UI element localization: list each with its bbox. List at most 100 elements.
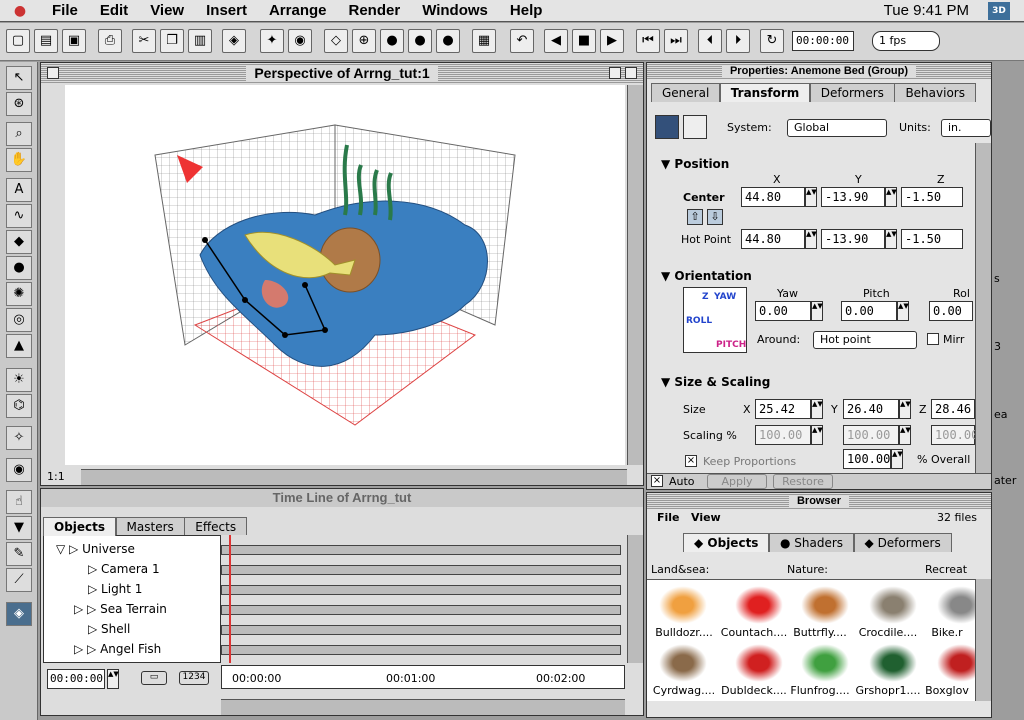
light-tool-icon[interactable]: ✺: [6, 282, 32, 306]
apple-menu-icon[interactable]: ●: [0, 3, 40, 19]
render-tool-icon[interactable]: ◉: [6, 458, 32, 482]
render-area-icon[interactable]: ◈: [222, 29, 246, 53]
hot-z-field[interactable]: -1.50: [901, 229, 963, 249]
zoom-tool-icon[interactable]: ⌕: [6, 122, 32, 146]
camera-tool-icon[interactable]: ◎: [6, 308, 32, 332]
fast-forward-icon[interactable]: ⏭: [664, 29, 688, 53]
frog-icon[interactable]: [801, 644, 849, 682]
close-box-icon[interactable]: [47, 67, 59, 79]
copy-icon[interactable]: ❐: [160, 29, 184, 53]
paint-tool-icon[interactable]: ✎: [6, 542, 32, 566]
shaded-icon[interactable]: ●: [380, 29, 404, 53]
mirror-checkbox[interactable]: [927, 333, 939, 345]
new-icon[interactable]: ▢: [6, 29, 30, 53]
menu-help[interactable]: Help: [510, 2, 553, 19]
timeline-time-stepper[interactable]: ▲▼: [107, 669, 119, 689]
pitch-stepper[interactable]: ▲▼: [897, 301, 909, 321]
size-x-field[interactable]: 25.42: [755, 399, 811, 419]
units-select[interactable]: in.: [941, 119, 991, 137]
light-bulb-tool-icon[interactable]: ☀: [6, 368, 32, 392]
track-area[interactable]: [221, 535, 625, 663]
menu-arrange[interactable]: Arrange: [269, 2, 337, 19]
play-icon[interactable]: ▶: [600, 29, 624, 53]
time-field[interactable]: 00:00:00: [792, 31, 854, 51]
hand-pointer-tool-icon[interactable]: ☝: [6, 490, 32, 514]
menu-edit[interactable]: Edit: [100, 2, 138, 19]
crocodile-icon[interactable]: [869, 586, 917, 624]
orientation-header[interactable]: ▼ Orientation: [661, 269, 752, 283]
list-view-icon[interactable]: [655, 115, 679, 139]
hot-y-stepper[interactable]: ▲▼: [885, 229, 897, 249]
tab-objects-browser[interactable]: ◆ Objects: [683, 533, 770, 552]
eyedropper-tool-icon[interactable]: ⟋: [6, 568, 32, 592]
scale-x-field[interactable]: 100.00: [755, 425, 811, 445]
paint-bucket-tool-icon[interactable]: ▼: [6, 516, 32, 540]
print-icon[interactable]: ⎙: [98, 29, 122, 53]
app-icon[interactable]: 3D: [988, 2, 1010, 20]
track-universe[interactable]: [221, 545, 621, 555]
track-sea-terrain[interactable]: [221, 605, 621, 615]
size-z-field[interactable]: 28.46: [931, 399, 975, 419]
tree-row-universe[interactable]: ▽ ▷ Universe: [56, 542, 236, 562]
menu-insert[interactable]: Insert: [206, 2, 257, 19]
play-back-icon[interactable]: ◀: [544, 29, 568, 53]
viewport-canvas[interactable]: [65, 85, 625, 465]
timeline-vscroll[interactable]: [627, 535, 643, 663]
fps-select[interactable]: 1 fps: [872, 31, 940, 51]
save-icon[interactable]: ▣: [62, 29, 86, 53]
timeline-time-field[interactable]: 00:00:00: [47, 669, 105, 689]
step-back-icon[interactable]: ⏴: [698, 29, 722, 53]
scale-y-stepper[interactable]: ▲▼: [899, 425, 911, 445]
down-arrow-icon[interactable]: ⇩: [707, 209, 723, 225]
scale-y-field[interactable]: 100.00: [843, 425, 899, 445]
double-decker-icon[interactable]: [735, 644, 783, 682]
browser-menu-file[interactable]: File: [657, 511, 680, 524]
magic-tool-icon[interactable]: ✧: [6, 426, 32, 450]
tab-objects[interactable]: Objects: [43, 517, 117, 536]
arrow-tool-icon[interactable]: ↖: [6, 66, 32, 90]
system-select[interactable]: Global: [787, 119, 887, 137]
browser-vscroll[interactable]: [975, 579, 991, 701]
browser-titlebar[interactable]: Browser: [647, 493, 991, 509]
text-tool-icon[interactable]: A: [6, 178, 32, 202]
timeline-hscroll[interactable]: [221, 699, 625, 715]
menu-file[interactable]: File: [52, 2, 88, 19]
size-y-field[interactable]: 26.40: [843, 399, 899, 419]
rewind-icon[interactable]: ⏮: [636, 29, 660, 53]
scaling-header[interactable]: ▼ Size & Scaling: [661, 375, 770, 389]
yaw-field[interactable]: 0.00: [755, 301, 811, 321]
viewport-vscroll[interactable]: [627, 85, 643, 465]
render-icon[interactable]: ✦: [260, 29, 284, 53]
properties-titlebar[interactable]: Properties: Anemone Bed (Group): [647, 63, 991, 79]
film-camera-tool-icon[interactable]: ⌬: [6, 394, 32, 418]
tab-effects[interactable]: Effects: [184, 517, 248, 536]
sphere-icon[interactable]: ●: [436, 29, 460, 53]
object-tool-icon[interactable]: ◈: [6, 602, 32, 626]
hot-y-field[interactable]: -13.90: [821, 229, 885, 249]
stop-icon[interactable]: ■: [572, 29, 596, 53]
track-angel-fish[interactable]: [221, 645, 621, 655]
covered-wagon-icon[interactable]: [659, 644, 707, 682]
loop-icon[interactable]: ↻: [760, 29, 784, 53]
sphere-tool-icon[interactable]: ●: [6, 256, 32, 280]
auto-checkbox[interactable]: ×: [651, 475, 663, 487]
center-x-stepper[interactable]: ▲▼: [805, 187, 817, 207]
grid-view-icon[interactable]: [683, 115, 707, 139]
track-camera[interactable]: [221, 565, 621, 575]
cut-icon[interactable]: ✂: [132, 29, 156, 53]
menu-render[interactable]: Render: [349, 2, 411, 19]
countach-icon[interactable]: [735, 586, 783, 624]
scale-x-stepper[interactable]: ▲▼: [811, 425, 823, 445]
tab-deformers[interactable]: Deformers: [809, 83, 895, 102]
properties-vscroll[interactable]: [975, 143, 991, 473]
size-x-stepper[interactable]: ▲▼: [811, 399, 823, 419]
scale-z-field[interactable]: 100.00: [931, 425, 978, 445]
track-light[interactable]: [221, 585, 621, 595]
butterfly-icon[interactable]: [801, 586, 849, 624]
zoom-level[interactable]: 1:1: [47, 470, 65, 483]
tab-behaviors[interactable]: Behaviors: [894, 83, 976, 102]
overall-stepper[interactable]: ▲▼: [891, 449, 903, 469]
collapse-box-icon[interactable]: [625, 67, 637, 79]
pitch-field[interactable]: 0.00: [841, 301, 897, 321]
tab-shaders[interactable]: ● Shaders: [768, 533, 855, 552]
